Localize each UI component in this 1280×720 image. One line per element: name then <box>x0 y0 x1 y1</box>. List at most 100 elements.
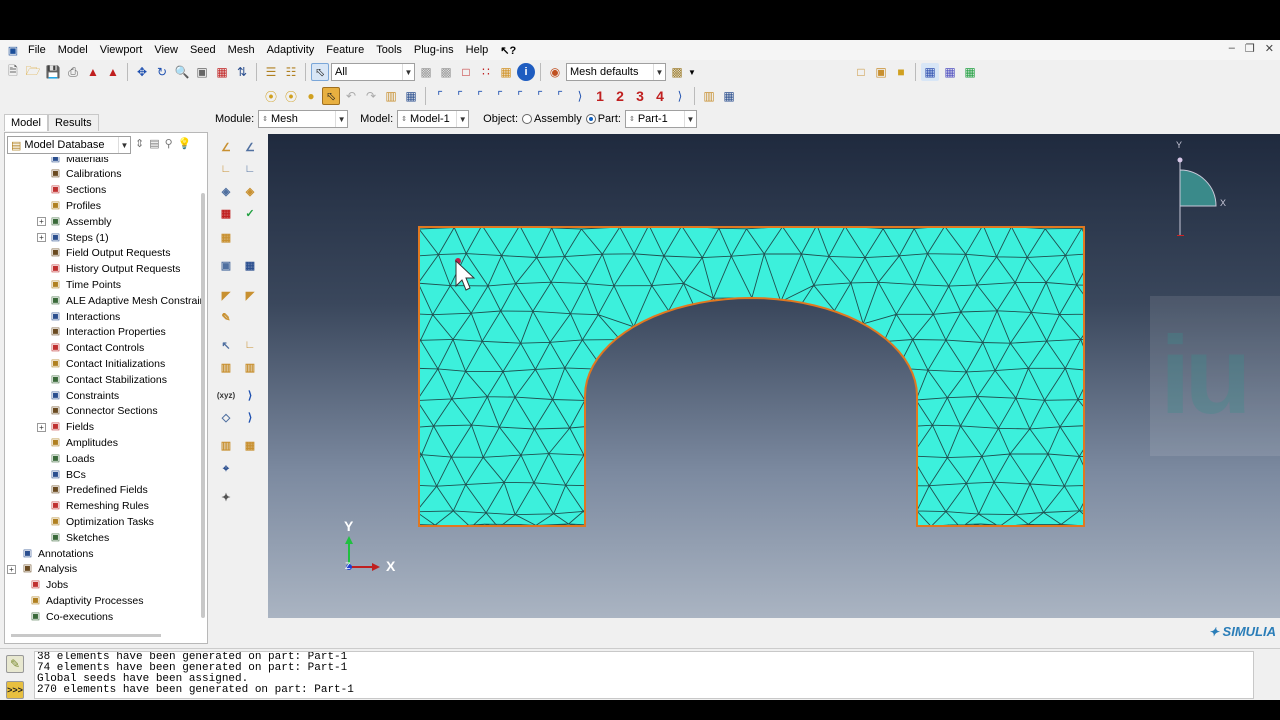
part-display-icon[interactable]: ▦ <box>497 63 515 81</box>
database-select[interactable]: ▤ Model Database ▼ <box>7 136 131 154</box>
virtual-topology-icon[interactable]: ▦ <box>240 255 260 275</box>
wireframe-icon[interactable]: □ <box>852 63 870 81</box>
color-code-select[interactable]: Mesh defaults ▼ <box>566 63 666 81</box>
tree-node[interactable]: ▣ Adaptivity Processes <box>29 593 144 608</box>
print-icon[interactable]: ⎙ <box>64 63 82 81</box>
expand-collapse-icon[interactable]: ⇕ <box>135 137 144 150</box>
tree-filter-icon[interactable]: ☰ <box>262 63 280 81</box>
replace-icon[interactable]: ▥ <box>382 87 400 105</box>
viewport[interactable]: iu Y X Y X Z <box>268 134 1280 618</box>
message-log[interactable]: 38 elements have been generated on part:… <box>34 651 1254 699</box>
create-element-icon[interactable]: ∟ <box>240 335 260 355</box>
tree-node[interactable]: ▣ Materials <box>49 157 109 166</box>
boolean-icon[interactable]: ⦿ <box>282 87 300 105</box>
tab-results[interactable]: Results <box>47 114 99 131</box>
view-back-icon[interactable]: ⌜ <box>451 87 469 105</box>
assembly-radio[interactable]: Assembly <box>522 113 582 125</box>
view-left-icon[interactable]: ⌜ <box>511 87 529 105</box>
mesh-render-icon[interactable]: ▦ <box>921 63 939 81</box>
tree-node[interactable]: + ▣ Fields <box>37 420 94 435</box>
datum-plane-icon[interactable]: ◇ <box>216 407 236 427</box>
menu-help[interactable]: Help <box>460 44 495 56</box>
menu-plugins[interactable]: Plug-ins <box>408 44 460 56</box>
seed-edges-icon[interactable]: ∠ <box>240 137 260 157</box>
tree-node[interactable]: ▣ Interactions <box>49 309 121 324</box>
view-right-icon[interactable]: ⌜ <box>531 87 549 105</box>
tree-copy-icon[interactable]: ▤ <box>149 137 159 150</box>
info-icon[interactable]: i <box>517 63 535 81</box>
datum-axis-icon[interactable]: ⟩ <box>240 407 260 427</box>
pan-icon[interactable]: ✥ <box>133 63 151 81</box>
tree-node[interactable]: ▣ Loads <box>49 451 95 466</box>
tree-node[interactable]: ▣ Contact Initializations <box>49 356 165 371</box>
select-arrow-icon[interactable]: ⬁ <box>311 63 329 81</box>
menu-file[interactable]: File <box>22 44 52 56</box>
tree-node[interactable]: ▣ Amplitudes <box>49 435 118 450</box>
database-save-icon[interactable]: ▲ <box>84 63 102 81</box>
tree-node[interactable]: ▣ Sections <box>49 183 107 198</box>
rotate-icon[interactable]: ↻ <box>153 63 171 81</box>
color-options-icon[interactable]: ▩ <box>668 63 686 81</box>
tree-hscrollbar[interactable] <box>11 634 161 637</box>
tree-node[interactable]: ▣ Co-executions <box>29 609 113 624</box>
hidden-line-icon[interactable]: ▣ <box>872 63 890 81</box>
menu-model[interactable]: Model <box>52 44 94 56</box>
seed-delete-icon[interactable]: ∟ <box>240 159 260 179</box>
boolean-union-icon[interactable]: ⦿ <box>262 87 280 105</box>
feature-manager-icon[interactable]: ▦ <box>240 435 260 455</box>
tree-node[interactable]: ▣ Sketches <box>49 530 109 545</box>
tree-node[interactable]: ▣ BCs <box>49 467 86 482</box>
view-4-button[interactable]: 4 <box>651 87 669 105</box>
auto-fit-icon[interactable]: ▦ <box>213 63 231 81</box>
database-icon[interactable]: ▲ <box>104 63 122 81</box>
expand-icon[interactable]: + <box>37 233 46 242</box>
menu-tools[interactable]: Tools <box>370 44 408 56</box>
calendar-icon[interactable]: ▦ <box>720 87 738 105</box>
tree-node[interactable]: ▣ Optimization Tasks <box>49 514 154 529</box>
zoom-icon[interactable]: 🔍 <box>173 63 191 81</box>
expand-icon[interactable]: + <box>37 422 46 432</box>
seed-bias-icon[interactable]: ∟ <box>216 159 236 179</box>
menu-viewport[interactable]: Viewport <box>94 44 149 56</box>
tree-node[interactable]: ▣ Remeshing Rules <box>49 499 149 514</box>
tree-node[interactable]: ▣ Jobs <box>29 578 68 593</box>
edit-mesh-icon[interactable]: ◤ <box>216 285 236 305</box>
cycle-views-icon[interactable]: ⇅ <box>233 63 251 81</box>
box-select-icon[interactable]: □ <box>457 63 475 81</box>
menu-mesh[interactable]: Mesh <box>222 44 261 56</box>
tree-node[interactable]: ▣ Field Output Requests <box>49 246 171 261</box>
tree-node[interactable]: ▣ Calibrations <box>49 167 122 182</box>
view-front-icon[interactable]: ⌜ <box>431 87 449 105</box>
expand-icon[interactable]: + <box>37 217 46 227</box>
select-layer-icon[interactable]: ▩ <box>417 63 435 81</box>
layers-icon[interactable]: ▥ <box>700 87 718 105</box>
split-icon[interactable]: ▥ <box>240 357 260 377</box>
repair-icon[interactable]: ✎ <box>216 307 236 327</box>
pick-icon[interactable]: ⬁ <box>322 87 340 105</box>
tree-node[interactable]: ▣ Profiles <box>49 198 101 213</box>
query-icon[interactable]: ☷ <box>282 63 300 81</box>
view-bottom-icon[interactable]: ⌜ <box>491 87 509 105</box>
tree-node[interactable]: ▣ Constraints <box>49 388 119 403</box>
redo-icon[interactable]: ↷ <box>362 87 380 105</box>
sphere-icon[interactable]: ● <box>302 87 320 105</box>
python-prompt-icon[interactable]: >>> <box>6 681 24 699</box>
mesh-region-icon[interactable]: ▦ <box>216 227 236 247</box>
element-type-icon[interactable]: ◈ <box>240 181 260 201</box>
lightbulb-icon[interactable]: 💡 <box>178 137 192 150</box>
view-3-button[interactable]: 3 <box>631 87 649 105</box>
edit-mesh-alt-icon[interactable]: ◤ <box>240 285 260 305</box>
partition-icon[interactable]: ▣ <box>216 255 236 275</box>
app-icon[interactable]: ▣ <box>4 41 22 59</box>
tree-node[interactable]: ▣ Predefined Fields <box>49 483 148 498</box>
context-help-icon[interactable]: ↖? <box>494 44 522 57</box>
save-icon[interactable]: 💾 <box>44 63 62 81</box>
tree-node[interactable]: ▣ Annotations <box>21 546 94 561</box>
tab-model[interactable]: Model <box>4 114 48 131</box>
view-1-button[interactable]: 1 <box>591 87 609 105</box>
tree-scrollbar[interactable] <box>201 193 205 618</box>
close-icon[interactable]: ✕ <box>1265 42 1274 55</box>
part-select[interactable]: ⇕ Part-1 ▼ <box>624 110 697 128</box>
mesh-render-alt-icon[interactable]: ▦ <box>941 63 959 81</box>
datum-csys-icon[interactable]: ⟩ <box>240 385 260 405</box>
